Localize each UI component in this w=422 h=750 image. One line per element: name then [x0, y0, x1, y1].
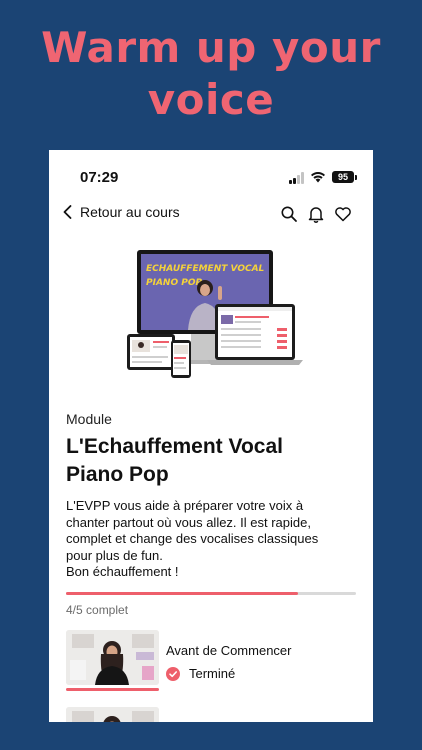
headline-line-1: Warm up your: [41, 23, 381, 72]
lesson-status: Terminé: [166, 666, 235, 681]
wifi-icon: [311, 172, 325, 183]
next-lesson-thumbnail-image: [66, 707, 159, 722]
lesson-progress-bar: [66, 688, 159, 691]
heart-icon[interactable]: [334, 205, 352, 223]
module-progress-fill: [66, 592, 298, 595]
description-line-4: pour plus de fun.: [66, 547, 163, 563]
status-time: 07:29: [80, 169, 119, 186]
lesson-item[interactable]: Avant de Commencer Terminé: [66, 630, 366, 692]
promo-headline: Warm up your voice: [0, 22, 422, 126]
module-title-line-1: L'Echauffement Vocal: [66, 435, 283, 458]
hero-title-line-1: ECHAUFFEMENT VOCAL: [146, 264, 265, 274]
lesson-thumbnail-image: [66, 630, 159, 685]
description-line-3: complet et change des vocalises classiqu…: [66, 531, 319, 546]
module-kicker: Module: [66, 411, 112, 427]
next-lesson-thumbnail[interactable]: [66, 707, 159, 722]
lesson-title: Avant de Commencer: [166, 643, 292, 658]
module-title: L'Echauffement Vocal Piano Pop: [66, 433, 356, 489]
phone-screen: 07:29 95 Retour au cours ECHAUFFEMENT VO…: [49, 150, 373, 722]
status-bar: 07:29 95: [49, 150, 373, 194]
back-label: Retour au cours: [80, 204, 180, 220]
hero-title-line-2: PIANO POP: [146, 278, 202, 288]
description-line-2: chanter partout où vous allez. Il est ra…: [66, 514, 311, 530]
lesson-thumbnail: [66, 630, 159, 685]
module-progress-bar: [66, 592, 356, 595]
lesson-status-text: Terminé: [189, 666, 236, 681]
course-devices-illustration: ECHAUFFEMENT VOCAL PIANO POP: [127, 250, 303, 378]
module-title-line-2: Piano Pop: [66, 463, 169, 486]
back-button[interactable]: Retour au cours: [63, 204, 180, 220]
battery-tip: [355, 175, 357, 180]
description-line-1: L'EVPP vous aide à préparer votre voix à: [66, 498, 304, 513]
chevron-left-icon: [63, 205, 72, 219]
battery-icon: 95: [332, 171, 354, 183]
signal-icon: [289, 172, 307, 184]
description-line-5: Bon échauffement !: [66, 564, 179, 579]
bell-icon[interactable]: [307, 205, 325, 223]
module-progress-label: 4/5 complet: [66, 603, 129, 617]
headline-line-2: voice: [147, 75, 275, 124]
check-circle-icon: [166, 666, 180, 681]
search-icon[interactable]: [280, 205, 298, 223]
module-description: L'EVPP vous aide à préparer votre voix à…: [66, 498, 358, 581]
top-nav: Retour au cours: [49, 200, 373, 230]
